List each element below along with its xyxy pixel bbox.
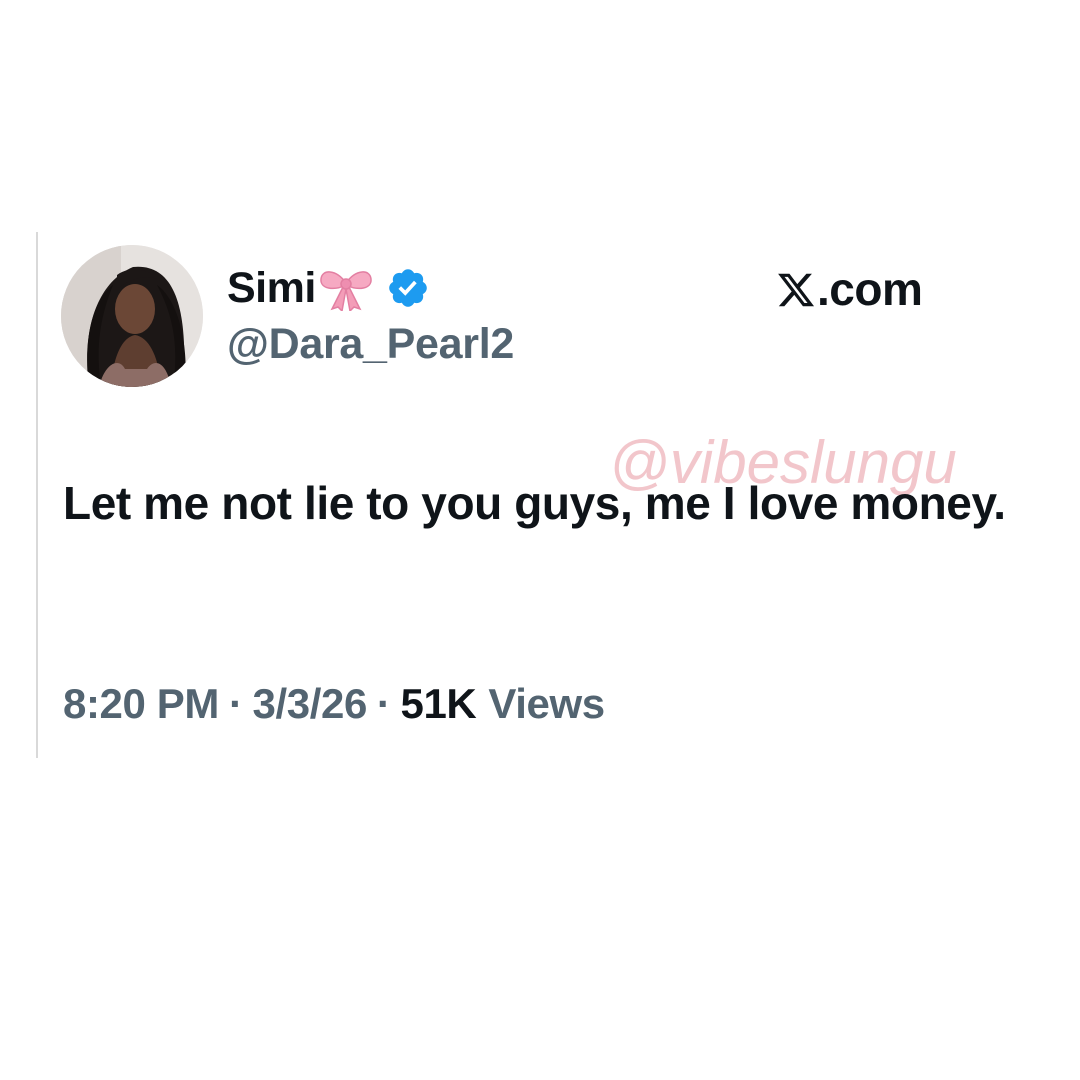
meta-separator: · [228,680,243,727]
left-divider [36,232,38,758]
post-meta: 8:20 PM · 3/3/26 · 51K Views [63,680,605,728]
x-logo-icon [776,268,816,310]
meta-separator: · [376,680,391,727]
author-name-row: Simi [227,262,430,314]
post-text: Let me not lie to you guys, me I love mo… [63,477,1006,529]
tweet-screenshot: Simi @Dara_Pearl2 .com @vibeslungu Let m… [0,0,1080,1080]
author-handle[interactable]: @Dara_Pearl2 [227,320,514,369]
display-name[interactable]: Simi [227,264,316,313]
views-label: Views [488,680,605,727]
site-domain: .com [817,263,923,315]
verified-badge-icon[interactable] [386,266,430,310]
post-date[interactable]: 3/3/26 [253,680,368,728]
site-label: .com [776,262,923,316]
ribbon-bow-icon [318,265,374,313]
post-time[interactable]: 8:20 PM [63,680,219,728]
avatar[interactable] [61,245,203,387]
views-count: 51K [400,680,477,727]
